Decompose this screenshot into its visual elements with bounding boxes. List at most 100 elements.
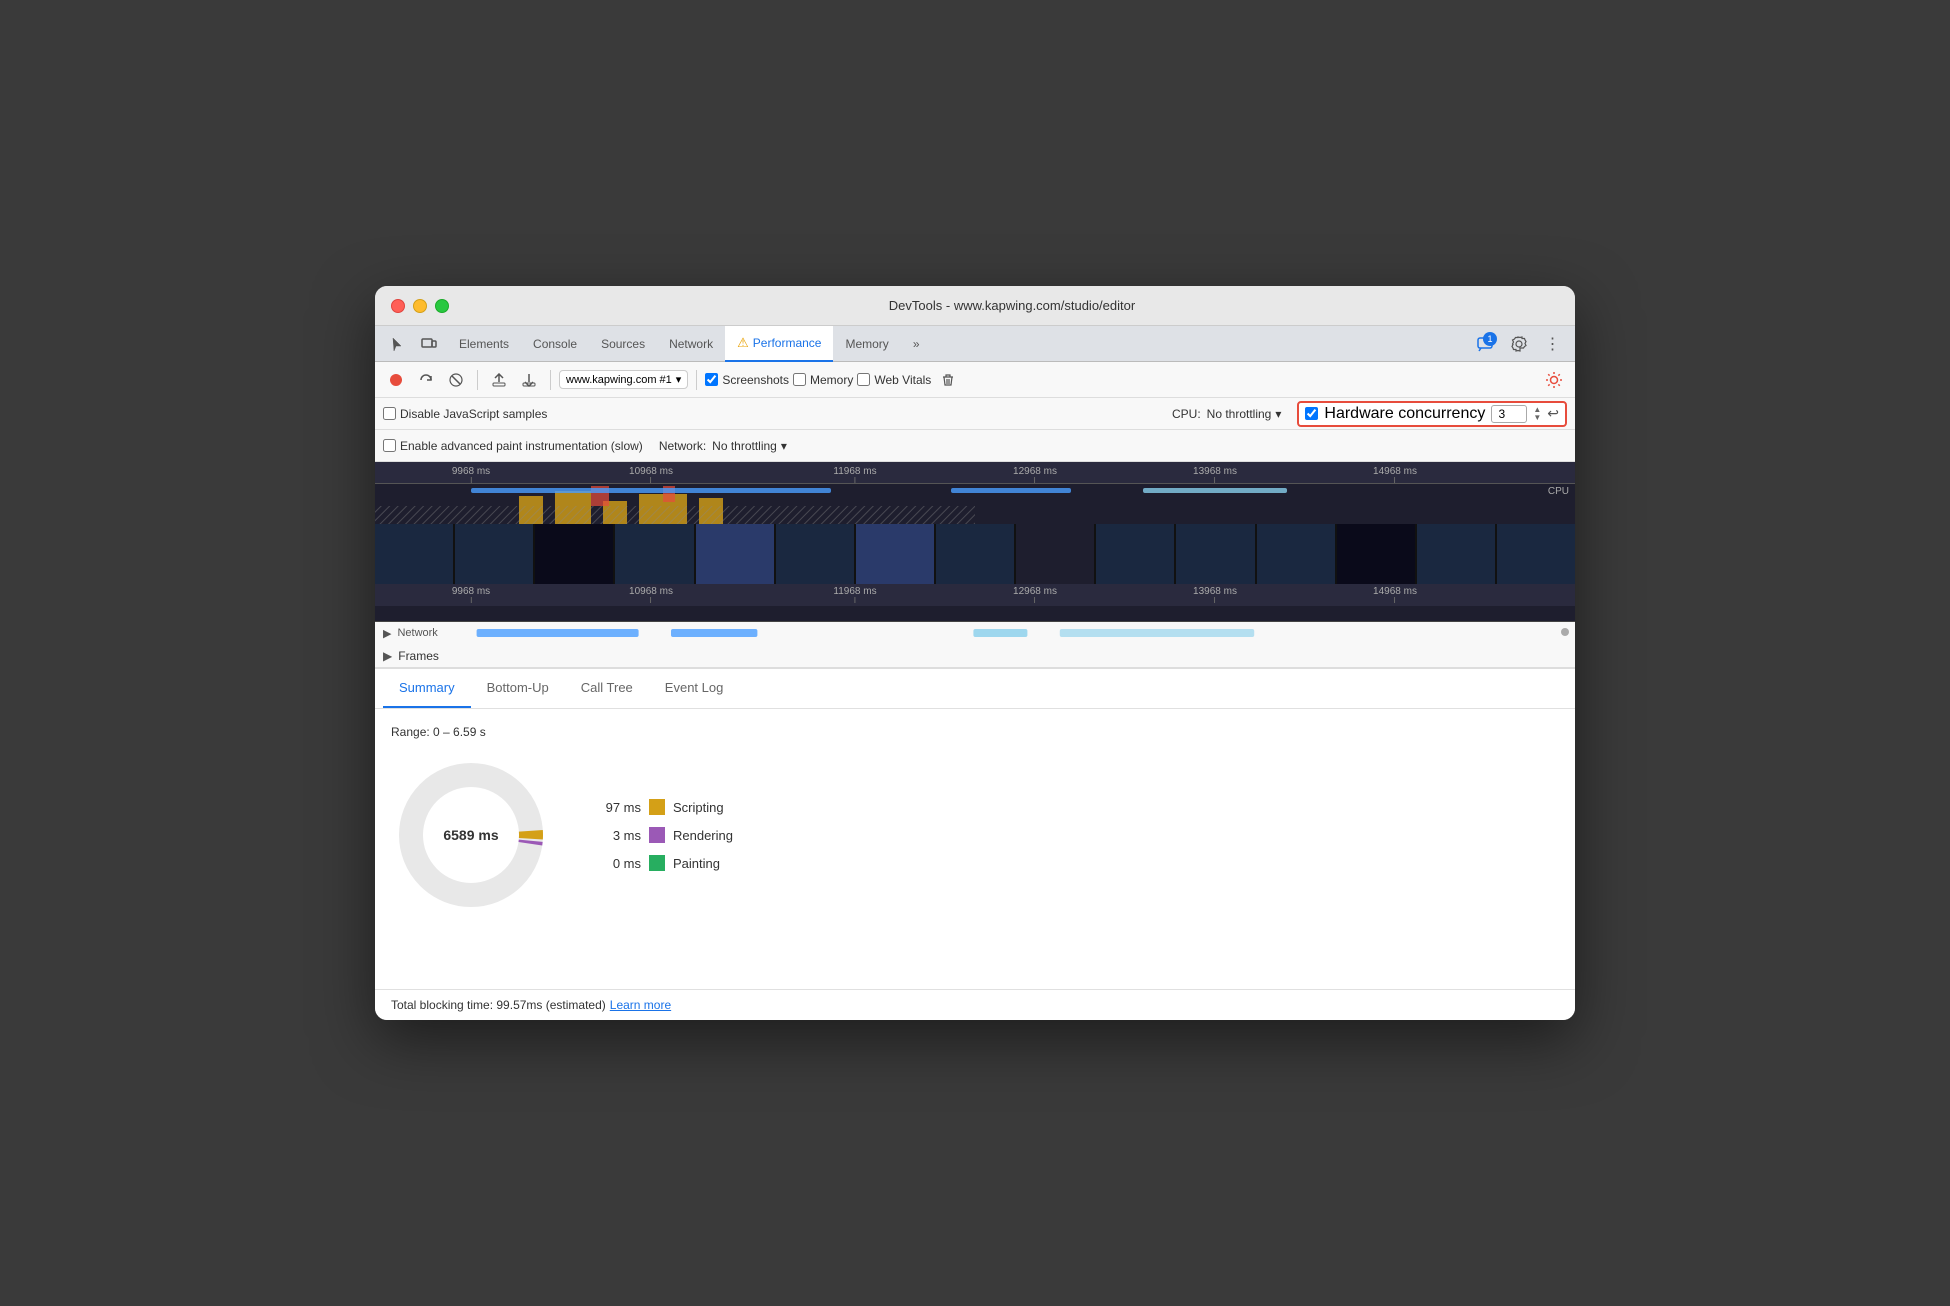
advanced-paint-checkbox[interactable] — [383, 439, 396, 452]
clear-button[interactable] — [443, 367, 469, 393]
timestamp-1: 9968 ms — [452, 466, 490, 483]
network-bars — [455, 628, 1535, 636]
cpu-timeline: CPU — [375, 484, 1575, 524]
chart-area: 6589 ms 97 ms Scripting 3 ms Rendering 0… — [391, 755, 1559, 915]
screenshots-checkbox[interactable] — [705, 373, 718, 386]
minimize-button[interactable] — [413, 299, 427, 313]
screenshot-3[interactable] — [535, 524, 613, 584]
tab-console[interactable]: Console — [521, 326, 589, 362]
download-button[interactable] — [516, 367, 542, 393]
screenshot-12[interactable] — [1257, 524, 1335, 584]
screenshot-6[interactable] — [776, 524, 854, 584]
screenshot-5[interactable] — [696, 524, 774, 584]
screenshot-15[interactable] — [1497, 524, 1575, 584]
perf-toolbar: www.kapwing.com #1 ▾ Screenshots Memory … — [375, 362, 1575, 398]
timestamp-b2: 10968 ms — [629, 586, 673, 606]
expand-icon: ▶ — [383, 627, 391, 640]
timestamp-b5: 13968 ms — [1193, 586, 1237, 606]
tab-sources[interactable]: Sources — [589, 326, 657, 362]
hw-concurrency-reset[interactable]: ↩ — [1547, 405, 1559, 422]
tab-more[interactable]: » — [901, 326, 932, 362]
tab-actions: 1 ⋮ — [1471, 330, 1567, 358]
hw-concurrency-stepper[interactable]: ▲ ▼ — [1533, 406, 1541, 422]
frames-row: ▶ Frames — [375, 644, 1575, 668]
tab-event-log[interactable]: Event Log — [649, 668, 740, 708]
disable-js-checkbox[interactable] — [383, 407, 396, 420]
disable-js-group: Disable JavaScript samples — [383, 407, 547, 421]
delete-profile-button[interactable] — [935, 367, 961, 393]
memory-checkbox[interactable] — [793, 373, 806, 386]
learn-more-link[interactable]: Learn more — [610, 998, 671, 1012]
donut-center-value: 6589 ms — [443, 827, 498, 843]
timestamp-b6: 14968 ms — [1373, 586, 1417, 606]
advanced-paint-group: Enable advanced paint instrumentation (s… — [383, 439, 643, 453]
reload-record-button[interactable] — [413, 367, 439, 393]
tab-summary[interactable]: Summary — [383, 668, 471, 708]
chevron-down-icon: ▾ — [676, 373, 682, 386]
separator — [477, 370, 478, 390]
hardware-concurrency-group: Hardware concurrency ▲ ▼ ↩ — [1297, 401, 1567, 427]
scripting-color — [649, 799, 665, 815]
chart-legend: 97 ms Scripting 3 ms Rendering 0 ms Pain… — [591, 799, 733, 871]
timestamp-3: 11968 ms — [833, 466, 876, 483]
network-frames-section: ▶ Network ▶ Frames — [375, 622, 1575, 669]
painting-color — [649, 855, 665, 871]
screenshots-checkbox-group: Screenshots — [705, 373, 789, 387]
settings-button[interactable] — [1505, 330, 1533, 358]
screenshot-13[interactable] — [1337, 524, 1415, 584]
timestamp-4: 12968 ms — [1013, 466, 1057, 483]
chevron-down-icon: ▾ — [781, 439, 787, 453]
screenshot-2[interactable] — [455, 524, 533, 584]
traffic-lights — [391, 299, 449, 313]
capture-settings-button[interactable] — [1541, 367, 1567, 393]
timestamp-b1: 9968 ms — [452, 586, 490, 606]
bottom-bar: Total blocking time: 99.57ms (estimated)… — [375, 989, 1575, 1020]
separator3 — [696, 370, 697, 390]
tab-elements[interactable]: Elements — [447, 326, 521, 362]
scroll-indicator — [1561, 628, 1569, 636]
network-throttle-select[interactable]: No throttling ▾ — [712, 439, 787, 453]
profile-select[interactable]: www.kapwing.com #1 ▾ — [559, 370, 688, 389]
rendering-color — [649, 827, 665, 843]
tab-memory[interactable]: Memory — [833, 326, 900, 362]
screenshot-14[interactable] — [1417, 524, 1495, 584]
feedback-button[interactable]: 1 — [1471, 330, 1499, 358]
tab-performance[interactable]: ⚠ Performance — [725, 326, 833, 362]
screenshot-4[interactable] — [615, 524, 693, 584]
cpu-group: CPU: No throttling ▾ — [1172, 407, 1281, 421]
summary-panel: Range: 0 – 6.59 s 6589 ms 97 ms — [375, 709, 1575, 989]
options-bar-2: Enable advanced paint instrumentation (s… — [375, 430, 1575, 462]
upload-button[interactable] — [486, 367, 512, 393]
network-group: Network: No throttling ▾ — [659, 439, 787, 453]
maximize-button[interactable] — [435, 299, 449, 313]
screenshot-11[interactable] — [1176, 524, 1254, 584]
webvitals-checkbox[interactable] — [857, 373, 870, 386]
record-button[interactable] — [383, 367, 409, 393]
cursor-icon[interactable] — [383, 330, 411, 358]
analysis-tab-bar: Summary Bottom-Up Call Tree Event Log — [375, 669, 1575, 709]
webvitals-checkbox-group: Web Vitals — [857, 373, 931, 387]
tab-network[interactable]: Network — [657, 326, 725, 362]
screenshot-10[interactable] — [1096, 524, 1174, 584]
frames-toggle[interactable]: ▶ — [383, 649, 392, 663]
more-options-button[interactable]: ⋮ — [1539, 330, 1567, 358]
tab-call-tree[interactable]: Call Tree — [565, 668, 649, 708]
warning-icon: ⚠ — [737, 335, 749, 351]
donut-chart: 6589 ms — [391, 755, 551, 915]
screenshot-8[interactable] — [936, 524, 1014, 584]
tab-bottom-up[interactable]: Bottom-Up — [471, 668, 565, 708]
timeline-area: 9968 ms 10968 ms 11968 ms 12968 ms 13968… — [375, 462, 1575, 622]
hw-concurrency-input[interactable] — [1491, 405, 1527, 423]
timestamp-6: 14968 ms — [1373, 466, 1417, 483]
close-button[interactable] — [391, 299, 405, 313]
timestamp-5: 13968 ms — [1193, 466, 1237, 483]
screenshot-1[interactable] — [375, 524, 453, 584]
devtools-tab-bar: Elements Console Sources Network ⚠ Perfo… — [375, 326, 1575, 362]
legend-painting: 0 ms Painting — [591, 855, 733, 871]
device-toggle-icon[interactable] — [415, 330, 443, 358]
screenshot-9[interactable] — [1016, 524, 1094, 584]
separator2 — [550, 370, 551, 390]
hw-concurrency-checkbox[interactable] — [1305, 407, 1318, 420]
screenshot-7[interactable] — [856, 524, 934, 584]
cpu-throttle-select[interactable]: No throttling ▾ — [1207, 407, 1282, 421]
